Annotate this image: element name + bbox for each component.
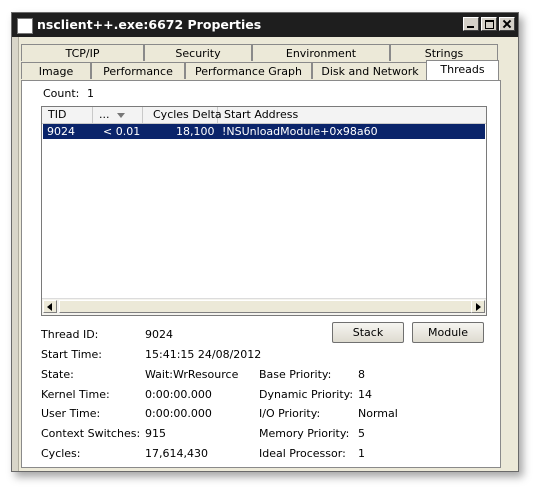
user-time-label: User Time: xyxy=(41,407,101,420)
maximize-button[interactable] xyxy=(481,17,497,31)
tab-threads[interactable]: Threads xyxy=(426,60,499,80)
window-title: nsclient++.exe:6672 Properties xyxy=(37,17,262,32)
count-label: Count: xyxy=(43,87,80,100)
close-button[interactable] xyxy=(499,17,515,31)
dynamic-priority-label: Dynamic Priority: xyxy=(259,388,354,401)
tab-image[interactable]: Image xyxy=(21,62,91,79)
column-header-cpu[interactable]: ... xyxy=(93,107,143,123)
context-switches-value: 915 xyxy=(145,427,166,440)
state-label: State: xyxy=(41,368,74,381)
cell-start-address: !NSUnloadModule+0x98a60 xyxy=(222,125,378,138)
start-time-label: Start Time: xyxy=(41,348,102,361)
sort-descending-icon xyxy=(117,113,125,118)
minimize-button[interactable] xyxy=(463,17,479,31)
cycles-value: 17,614,430 xyxy=(145,447,208,460)
table-row[interactable]: 9024 < 0.01 18,100 !NSUnloadModule+0x98a… xyxy=(43,124,485,139)
title-bar[interactable]: nsclient++.exe:6672 Properties xyxy=(12,13,518,37)
thread-id-value: 9024 xyxy=(145,328,173,341)
io-priority-label: I/O Priority: xyxy=(259,407,321,420)
module-button[interactable]: Module xyxy=(412,322,484,343)
state-value: Wait:WrResource xyxy=(145,368,239,381)
column-header-start-address[interactable]: Start Address xyxy=(218,107,486,123)
horizontal-scrollbar[interactable] xyxy=(42,298,486,315)
tab-disk-and-network[interactable]: Disk and Network xyxy=(312,62,428,79)
start-time-value: 15:41:15 24/08/2012 xyxy=(145,348,262,361)
memory-priority-label: Memory Priority: xyxy=(259,427,350,440)
cycles-label: Cycles: xyxy=(41,447,81,460)
cell-tid: 9024 xyxy=(47,125,75,138)
tab-security[interactable]: Security xyxy=(144,44,252,61)
column-header-tid[interactable]: TID xyxy=(42,107,93,123)
thread-id-label: Thread ID: xyxy=(41,328,99,341)
column-header-cycles-delta[interactable]: Cycles Delta xyxy=(143,107,222,123)
tab-tcp-ip[interactable]: TCP/IP xyxy=(21,44,144,61)
tab-strings[interactable]: Strings xyxy=(390,44,498,61)
scroll-thumb[interactable] xyxy=(59,300,483,313)
kernel-time-value: 0:00:00.000 xyxy=(145,388,212,401)
tab-performance[interactable]: Performance xyxy=(91,62,185,79)
dynamic-priority-value: 14 xyxy=(358,388,372,401)
window-side-border xyxy=(12,37,19,471)
context-switches-label: Context Switches: xyxy=(41,427,141,440)
threads-list[interactable]: TID ... Cycles Delta Start Address 9024 … xyxy=(41,106,487,316)
column-header-cpu-label: ... xyxy=(99,108,110,121)
list-header: TID ... Cycles Delta Start Address xyxy=(42,107,486,124)
kernel-time-label: Kernel Time: xyxy=(41,388,110,401)
io-priority-value: Normal xyxy=(358,407,398,420)
ideal-processor-label: Ideal Processor: xyxy=(259,447,346,460)
count-value: 1 xyxy=(87,87,94,100)
cell-cycles-delta: 18,100 xyxy=(176,125,215,138)
scroll-right-icon[interactable] xyxy=(471,300,485,313)
stack-button[interactable]: Stack xyxy=(332,322,404,343)
scroll-left-icon[interactable] xyxy=(43,300,57,313)
base-priority-label: Base Priority: xyxy=(259,368,332,381)
tab-environment[interactable]: Environment xyxy=(252,44,390,61)
tab-performance-graph[interactable]: Performance Graph xyxy=(185,62,312,79)
memory-priority-value: 5 xyxy=(358,427,365,440)
cell-cpu: < 0.01 xyxy=(103,125,141,138)
user-time-value: 0:00:00.000 xyxy=(145,407,212,420)
app-icon xyxy=(17,18,33,34)
ideal-processor-value: 1 xyxy=(358,447,365,460)
base-priority-value: 8 xyxy=(358,368,365,381)
